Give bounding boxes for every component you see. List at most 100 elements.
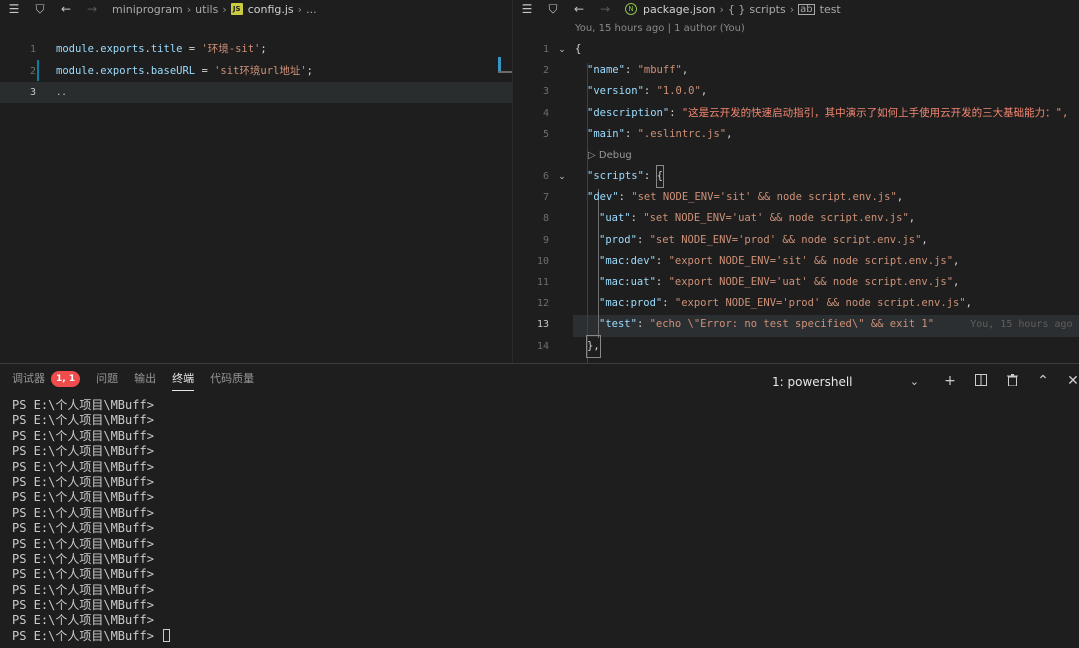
- code-token: "scripts": [587, 170, 644, 182]
- code-token: ,: [953, 254, 960, 267]
- code-line[interactable]: {: [575, 39, 581, 60]
- tab-output[interactable]: 输出: [134, 364, 156, 394]
- code-token: ,: [700, 85, 708, 98]
- tab-label: 代码质量: [210, 372, 255, 385]
- code-token: "mac:prod": [599, 297, 663, 310]
- code-line[interactable]: "mac:dev": "export NODE_ENV='sit' && nod…: [599, 251, 959, 272]
- code-token: "dev": [587, 191, 619, 204]
- code-token: :: [624, 127, 638, 140]
- fold-chevron-icon[interactable]: ⌄: [556, 44, 568, 56]
- code-token: =: [182, 43, 202, 55]
- code-line[interactable]: module.exports.title = '环境-sit';: [56, 39, 267, 60]
- tab-code-quality[interactable]: 代码质量: [210, 364, 254, 394]
- hamburger-icon[interactable]: ☰: [6, 2, 22, 16]
- breadcrumb-ellipsis[interactable]: ...: [306, 3, 317, 16]
- breadcrumb-utils[interactable]: utils: [195, 3, 218, 16]
- tab-debugger[interactable]: 调试器 1, 1: [12, 364, 81, 394]
- chevron-right-icon: ›: [222, 2, 227, 16]
- code-token: module: [56, 43, 94, 55]
- line-number: 1: [542, 44, 549, 55]
- tab-terminal[interactable]: 终端: [172, 364, 195, 394]
- hamburger-icon[interactable]: ☰: [519, 2, 535, 16]
- arrow-right-icon[interactable]: →: [84, 2, 100, 16]
- terminal-line: PS E:\个人项目\MBuff>: [12, 413, 170, 428]
- arrow-left-icon[interactable]: ←: [571, 2, 587, 16]
- tab-problems[interactable]: 问题: [96, 364, 118, 394]
- inline-blame[interactable]: You, 15 hours ago • B: [934, 319, 1079, 330]
- modified-line-gutter: [37, 60, 39, 81]
- minimap-slider[interactable]: [498, 71, 512, 73]
- right-breadcrumb-bar: ☰ ⛉ ← → N package.json › { } scripts › a…: [513, 0, 1079, 18]
- code-token: "test": [599, 318, 637, 331]
- split-icon[interactable]: [970, 370, 992, 392]
- code-line[interactable]: "uat": "set NODE_ENV='uat' && node scrip…: [599, 208, 915, 229]
- fold-chevron-icon[interactable]: ⌄: [556, 171, 568, 183]
- line-number: 10: [536, 255, 549, 267]
- terminal-selector[interactable]: 1: powershell ⌄: [763, 371, 928, 393]
- code-token: :: [636, 318, 650, 331]
- terminal-prompt: PS E:\个人项目\MBuff>: [12, 444, 154, 459]
- bookmark-icon[interactable]: ⛉: [32, 2, 48, 17]
- breadcrumb-package-json[interactable]: package.json: [643, 3, 715, 16]
- code-line[interactable]: "name": "mbuff",: [587, 60, 688, 81]
- right-editor[interactable]: ☰ ⛉ ← → N package.json › { } scripts › a…: [513, 0, 1079, 363]
- blame-header[interactable]: You, 15 hours ago | 1 author (You): [575, 23, 745, 34]
- code-token: "description": [587, 106, 670, 119]
- chevron-right-icon: ›: [789, 2, 795, 16]
- code-token: :: [655, 254, 669, 267]
- code-line[interactable]: "dev": "set NODE_ENV='sit' && node scrip…: [587, 187, 903, 208]
- code-line[interactable]: "description": "这是云开发的快速启动指引，其中演示了如何上手使用…: [587, 103, 1068, 124]
- breadcrumb-scripts[interactable]: scripts: [749, 3, 785, 16]
- terminal-prompt: PS E:\个人项目\MBuff>: [12, 490, 154, 505]
- chevron-right-icon: ›: [186, 2, 192, 16]
- code-token: 'sit环境url地址': [214, 64, 307, 77]
- code-token: ;: [260, 43, 267, 55]
- code-line[interactable]: "mac:uat": "export NODE_ENV='uat' && nod…: [599, 272, 959, 293]
- terminal-line: PS E:\个人项目\MBuff>: [12, 537, 170, 552]
- code-token: "prod": [599, 233, 637, 246]
- chevron-up-icon[interactable]: ⌃: [1032, 370, 1054, 392]
- plus-icon[interactable]: +: [939, 370, 961, 392]
- left-editor[interactable]: ☰ ⛉ ← → miniprogram › utils › JS config.…: [0, 0, 512, 363]
- code-line[interactable]: "scripts": {: [587, 165, 664, 188]
- npm-file-icon: N: [625, 3, 637, 15]
- arrow-right-icon[interactable]: →: [597, 2, 613, 16]
- close-icon[interactable]: ✕: [1062, 370, 1079, 392]
- terminal-prompt: PS E:\个人项目\MBuff>: [12, 582, 154, 597]
- code-line[interactable]: "test": "echo \"Error: no test specified…: [599, 314, 1079, 335]
- code-token: :: [624, 64, 638, 77]
- breadcrumb-miniprogram[interactable]: miniprogram: [112, 3, 183, 16]
- terminal-line: PS E:\个人项目\MBuff>: [12, 598, 170, 613]
- code-line[interactable]: "main": ".eslintrc.js",: [587, 124, 732, 145]
- code-token: "1.0.0": [656, 85, 701, 98]
- arrow-left-icon[interactable]: ←: [58, 2, 74, 16]
- code-token: :: [636, 233, 650, 246]
- debug-codelens[interactable]: ▷ Debug: [588, 150, 632, 161]
- property-icon: ab: [798, 3, 815, 15]
- code-line[interactable]: module.exports.baseURL = 'sit环境url地址';: [56, 61, 313, 82]
- code-token: "uat": [599, 212, 631, 225]
- code-line[interactable]: "mac:prod": "export NODE_ENV='prod' && n…: [599, 293, 972, 314]
- bookmark-icon[interactable]: ⛉: [545, 2, 561, 17]
- line-number: 9: [542, 234, 549, 246]
- code-token: module: [56, 64, 94, 77]
- line-number: 14: [536, 340, 549, 352]
- breadcrumb-config-js[interactable]: config.js: [248, 3, 294, 16]
- terminal-prompt: PS E:\个人项目\MBuff>: [12, 474, 154, 489]
- terminal-line: PS E:\个人项目\MBuff>: [12, 613, 170, 628]
- code-token: ,: [681, 64, 689, 77]
- code-token: ;: [306, 64, 313, 77]
- code-line[interactable]: "prod": "set NODE_ENV='prod' && node scr…: [599, 230, 928, 251]
- breadcrumb-test[interactable]: test: [820, 3, 841, 16]
- terminal-output[interactable]: PS E:\个人项目\MBuff> PS E:\个人项目\MBuff> PS E:\…: [12, 398, 171, 644]
- code-token: ,: [953, 276, 960, 288]
- code-line[interactable]: "version": "1.0.0",: [587, 81, 707, 102]
- code-line[interactable]: },: [586, 334, 601, 358]
- code-token: title: [150, 43, 183, 55]
- code-token: "export NODE_ENV='sit' && node script.en…: [668, 254, 954, 267]
- terminal-line: PS E:\个人项目\MBuff>: [12, 460, 170, 475]
- trash-icon[interactable]: [1001, 370, 1023, 392]
- code-token: :: [655, 276, 669, 288]
- current-line-highlight: [0, 82, 512, 103]
- breadcrumb-object-icon[interactable]: { }: [728, 3, 746, 16]
